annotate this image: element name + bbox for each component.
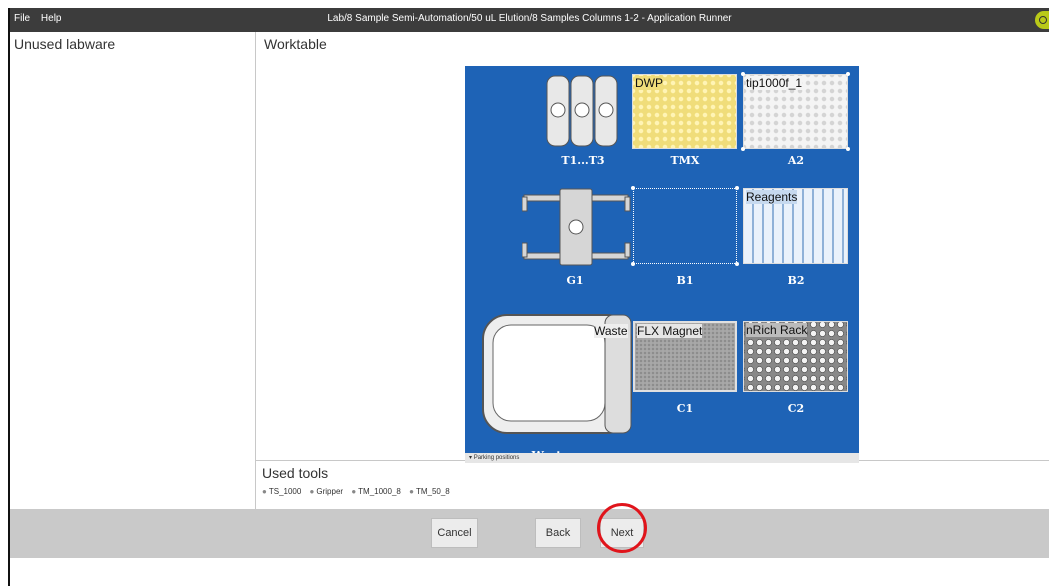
- unused-labware-panel: Unused labware: [10, 32, 256, 517]
- tool-item: TS_1000: [262, 487, 301, 496]
- slot-label-tmx: TMX: [670, 154, 700, 167]
- reagents-trough[interactable]: Reagents: [743, 188, 848, 264]
- waste-label: Waste: [594, 324, 628, 338]
- worktable-panel: Worktable T1...T3 DWP TMX tip1000f_1 A2 …: [256, 32, 1049, 463]
- slot-label-t1-t3: T1...T3: [561, 154, 605, 167]
- slot-label-a2: A2: [787, 154, 805, 167]
- footer-bar: Cancel Back Next: [10, 503, 1049, 558]
- worktable-deck: T1...T3 DWP TMX tip1000f_1 A2 G1 B1 Reag…: [465, 66, 859, 462]
- tool-item: TM_50_8: [409, 487, 450, 496]
- dwp-plate[interactable]: DWP: [632, 74, 737, 149]
- tool-item: Gripper: [310, 487, 344, 496]
- cancel-button[interactable]: Cancel: [431, 518, 478, 548]
- slot-label-b2: B2: [787, 274, 805, 287]
- gripper-icon[interactable]: [522, 187, 632, 269]
- status-icon[interactable]: [1035, 11, 1049, 29]
- unused-labware-title: Unused labware: [14, 36, 116, 52]
- slot-label-g1: G1: [566, 274, 584, 287]
- window-title: Lab/8 Sample Semi-Automation/50 uL Eluti…: [327, 13, 732, 24]
- empty-slot-b1[interactable]: [633, 188, 737, 264]
- highlight-circle: [597, 503, 647, 553]
- flx-magnet-plate[interactable]: FLX Magnet: [633, 321, 737, 392]
- slot-label-c2: C2: [787, 402, 805, 415]
- slot-label-b1: B1: [676, 274, 694, 287]
- slot-label-c1: C1: [676, 402, 694, 415]
- title-bar: File Help Lab/8 Sample Semi-Automation/5…: [10, 8, 1049, 32]
- tool-list: TS_1000 Gripper TM_1000_8 TM_50_8: [262, 487, 456, 496]
- reagents-label: Reagents: [746, 190, 798, 204]
- used-tools-title: Used tools: [262, 465, 329, 481]
- tip-rack-label: tip1000f_1: [746, 76, 803, 90]
- worktable-title: Worktable: [264, 36, 327, 52]
- application-window: File Help Lab/8 Sample Semi-Automation/5…: [8, 8, 1049, 586]
- flx-magnet-label: FLX Magnet: [637, 324, 703, 338]
- nrich-rack[interactable]: nRich Rack: [743, 321, 848, 392]
- tube-holder-icon[interactable]: [545, 74, 621, 148]
- dwp-label: DWP: [635, 76, 663, 90]
- tip-rack-plate[interactable]: tip1000f_1: [743, 74, 848, 149]
- nrich-rack-label: nRich Rack: [746, 323, 808, 337]
- back-button[interactable]: Back: [535, 518, 581, 548]
- tool-item: TM_1000_8: [351, 487, 401, 496]
